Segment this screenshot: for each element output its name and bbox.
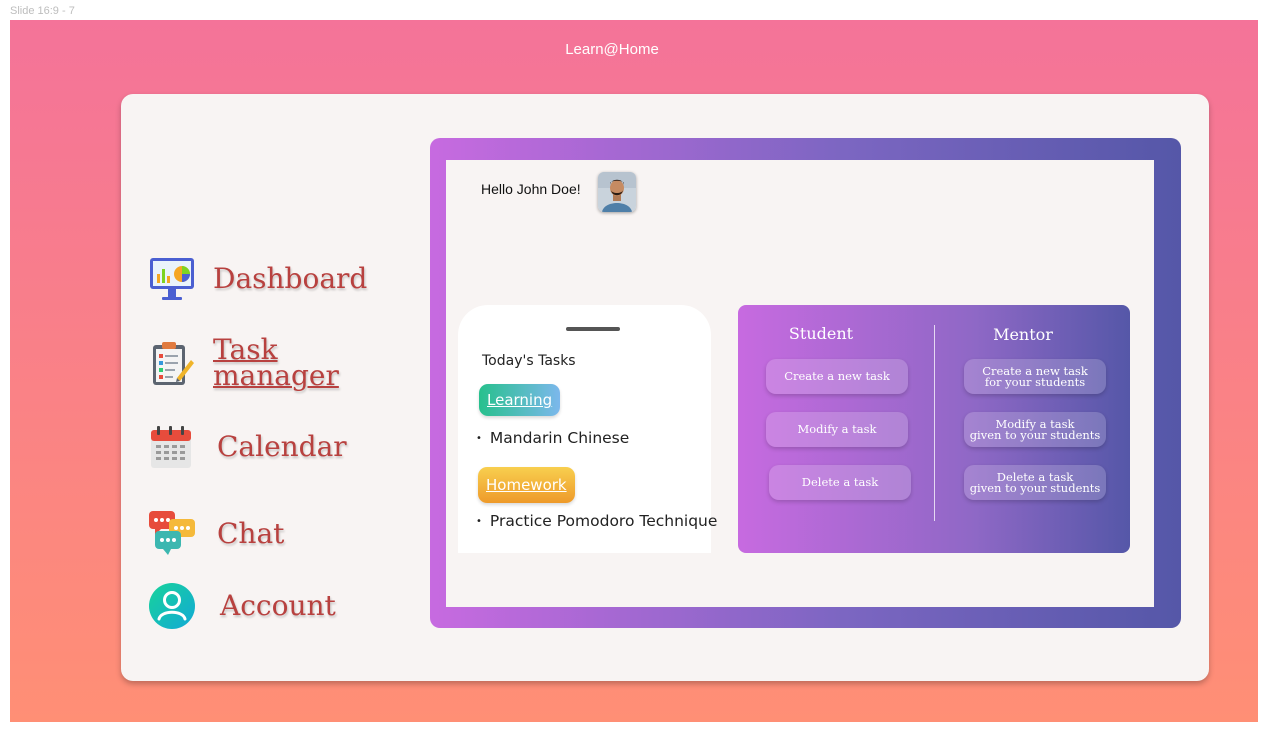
learning-tag[interactable]: Learning — [479, 384, 561, 416]
nav-label-calendar: Calendar — [217, 430, 347, 463]
avatar[interactable] — [598, 172, 636, 212]
student-create-task-button[interactable]: Create a new task — [766, 359, 908, 394]
button-label-line2: for your students — [984, 374, 1086, 389]
todays-tasks-title: Today's Tasks — [482, 353, 576, 369]
calendar-icon — [147, 422, 197, 472]
nav-label-task-line2: manager — [213, 359, 339, 392]
task-item: • Mandarin Chinese — [476, 429, 630, 447]
main-card: Dashboard Task manager Calendar Chat Acc… — [121, 94, 1209, 681]
button-label: Create a new task — [784, 369, 890, 383]
frame-label: Slide 16:9 - 7 — [10, 5, 75, 17]
button-label: Modify a task — [797, 422, 877, 436]
nav-label-task-manager: Task manager — [213, 336, 339, 392]
task-item: • Practice Pomodoro Technique — [476, 512, 718, 530]
main-panel-content: Hello John Doe! Today's Tasks Learning •… — [446, 160, 1154, 607]
nav-item-dashboard[interactable]: Dashboard — [147, 254, 367, 304]
nav-item-chat[interactable]: Chat — [147, 509, 284, 559]
app-title: Learn@Home — [565, 41, 659, 58]
student-modify-task-button[interactable]: Modify a task — [766, 412, 908, 447]
clipboard-icon — [147, 338, 197, 388]
task-item-text: Practice Pomodoro Technique — [489, 512, 718, 530]
homework-tag[interactable]: Homework — [478, 467, 575, 503]
nav-item-calendar[interactable]: Calendar — [147, 422, 347, 472]
app-background: Learn@Home Dashboard Task manager Calend… — [10, 20, 1258, 722]
nav-item-account[interactable]: Account — [147, 581, 336, 631]
button-label-line2: given to your students — [969, 427, 1101, 442]
drag-handle[interactable] — [566, 327, 620, 331]
main-panel: Hello John Doe! Today's Tasks Learning •… — [430, 138, 1181, 628]
mentor-delete-task-button[interactable]: Delete a task given to your students — [964, 465, 1106, 500]
nav-label-account: Account — [220, 589, 336, 622]
nav-label-chat: Chat — [217, 517, 285, 550]
account-user-icon — [147, 581, 197, 631]
student-delete-task-button[interactable]: Delete a task — [769, 465, 911, 500]
mentor-modify-task-button[interactable]: Modify a task given to your students — [964, 412, 1106, 447]
nav-label-dashboard: Dashboard — [213, 262, 368, 295]
roles-panel: Student Mentor Create a new task Modify … — [738, 305, 1130, 553]
student-heading: Student — [788, 324, 854, 343]
mentor-create-task-button[interactable]: Create a new task for your students — [964, 359, 1106, 394]
button-label: Delete a task — [801, 475, 879, 489]
greeting: Hello John Doe! — [481, 181, 581, 197]
mentor-heading: Mentor — [993, 325, 1053, 344]
nav-item-task-manager[interactable]: Task manager — [147, 336, 339, 392]
button-label-line2: given to your students — [969, 480, 1101, 495]
chat-bubbles-icon — [147, 509, 197, 559]
todays-tasks-panel: Today's Tasks Learning • Mandarin Chinese… — [458, 305, 717, 553]
column-divider — [934, 325, 935, 521]
dashboard-monitor-icon — [147, 254, 197, 304]
task-item-text: Mandarin Chinese — [489, 429, 630, 447]
